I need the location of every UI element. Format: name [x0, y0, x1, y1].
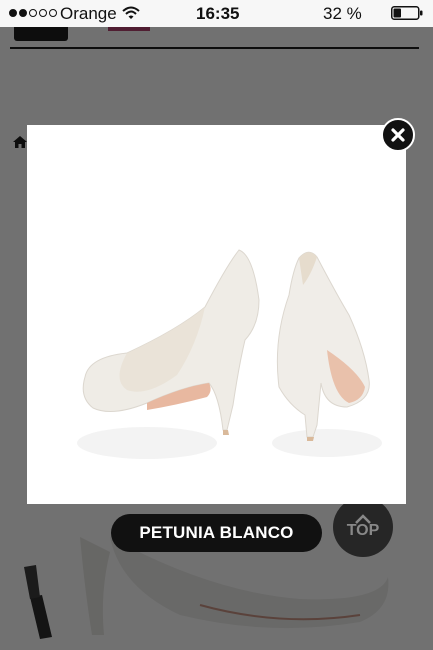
- signal-dot: [9, 9, 17, 17]
- product-name-caption: PETUNIA BLANCO: [111, 514, 322, 552]
- signal-dot: [39, 9, 47, 17]
- carrier-name: Orange: [60, 4, 117, 23]
- white-bridal-pumps-image: [27, 125, 406, 504]
- signal-dot: [49, 9, 57, 17]
- close-lightbox-button[interactable]: [381, 118, 415, 152]
- battery-percentage: 32 %: [323, 4, 362, 23]
- signal-strength-icon: [9, 9, 57, 17]
- signal-dot: [29, 9, 37, 17]
- clock: 16:35: [196, 4, 240, 23]
- scroll-to-top-button[interactable]: TOP: [333, 497, 393, 557]
- status-bar: Orange 16:35 32 %: [0, 0, 433, 27]
- close-icon: [391, 128, 405, 142]
- battery-icon: [391, 6, 423, 20]
- scroll-to-top-label: TOP: [346, 522, 380, 539]
- product-image-lightbox: [27, 125, 406, 504]
- signal-dot: [19, 9, 27, 17]
- wifi-icon: [122, 6, 140, 19]
